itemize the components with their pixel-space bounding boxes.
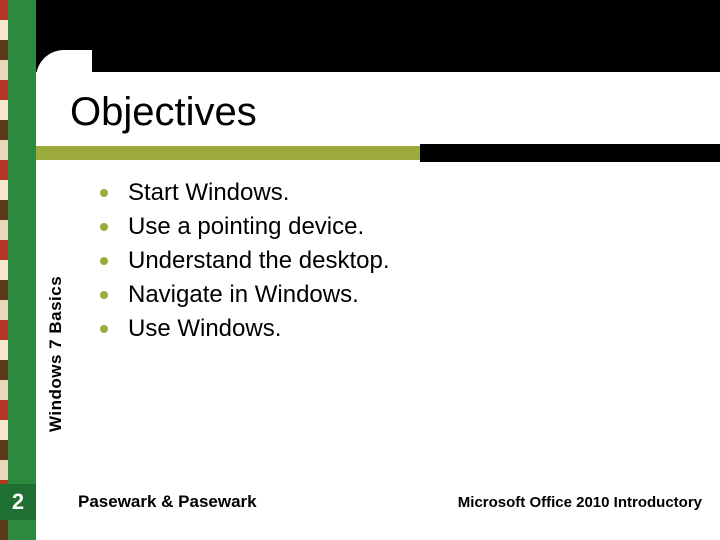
- page-number: 2: [12, 489, 24, 515]
- top-black-banner: [36, 0, 720, 72]
- list-item: Use a pointing device.: [100, 212, 660, 242]
- bullet-icon: [100, 189, 108, 197]
- footer-author: Pasewark & Pasewark: [78, 492, 257, 512]
- bullet-icon: [100, 325, 108, 333]
- list-item: Start Windows.: [100, 178, 660, 208]
- bullet-text: Use Windows.: [128, 314, 281, 344]
- bullet-text: Start Windows.: [128, 178, 289, 208]
- slide-title: Objectives: [70, 90, 257, 135]
- bullet-text: Understand the desktop.: [128, 246, 390, 276]
- bullet-icon: [100, 257, 108, 265]
- objectives-list: Start Windows. Use a pointing device. Un…: [100, 178, 660, 348]
- slide: Objectives Start Windows. Use a pointing…: [0, 0, 720, 540]
- list-item: Understand the desktop.: [100, 246, 660, 276]
- sidebar-label-text: Windows 7 Basics: [46, 276, 65, 432]
- sidebar-vertical-label: Windows 7 Basics: [46, 276, 66, 432]
- page-number-box: 2: [0, 484, 36, 520]
- bullet-icon: [100, 223, 108, 231]
- bullet-icon: [100, 291, 108, 299]
- bullet-text: Navigate in Windows.: [128, 280, 359, 310]
- footer-book-title: Microsoft Office 2010 Introductory: [458, 494, 702, 511]
- decorative-ribbon: [0, 0, 8, 540]
- list-item: Navigate in Windows.: [100, 280, 660, 310]
- title-underline-black: [420, 144, 720, 162]
- bullet-text: Use a pointing device.: [128, 212, 364, 242]
- list-item: Use Windows.: [100, 314, 660, 344]
